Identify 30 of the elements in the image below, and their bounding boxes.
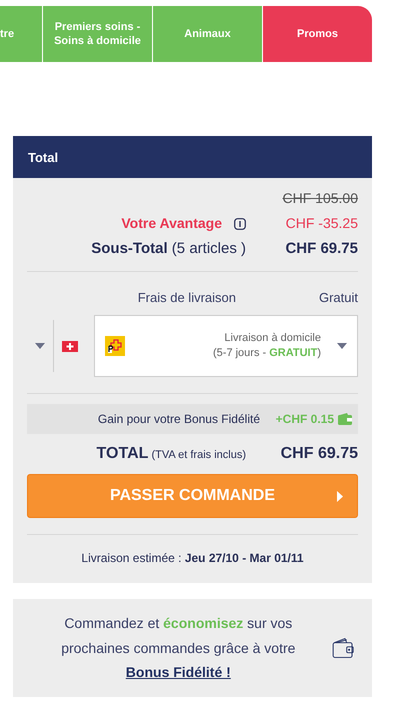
swiss-flag-icon — [62, 340, 78, 352]
advantage-label: Votre Avantage — [121, 214, 222, 233]
arrow-right-icon — [337, 490, 343, 502]
total-value: CHF 69.75 — [280, 444, 358, 464]
total-label: TOTAL (TVA et frais inclus) — [96, 444, 246, 464]
advantage-value: CHF -35.25 — [284, 214, 358, 233]
order-button[interactable]: PASSER COMMANDE — [27, 474, 358, 518]
shipping-value: Gratuit — [318, 288, 358, 306]
subtotal-value: CHF 69.75 — [284, 239, 358, 259]
estimated-delivery: Livraison estimée : Jeu 27/10 - Mar 01/11 — [80, 550, 305, 567]
wallet-icon — [338, 413, 352, 425]
bonus-link[interactable]: Bonus Fidélité ! — [126, 664, 231, 680]
info-icon[interactable] — [234, 218, 246, 230]
promo-text: Commandez et économisez sur vos prochaines commandes grâce à votre — [60, 614, 296, 658]
delivery-select[interactable]: Livraison à domicile (5-7 jours - GRATUIT) — [94, 315, 358, 377]
panel-title: Total — [13, 136, 372, 178]
original-price: CHF 105.00 — [282, 189, 358, 208]
caret-icon — [337, 343, 347, 349]
post-logo-icon — [105, 336, 125, 356]
category-tab[interactable]: Premiers soins - Soins à domicile — [43, 6, 152, 62]
category-tab[interactable]: Promos — [263, 6, 372, 62]
category-tab[interactable]: tre — [0, 6, 42, 62]
delivery-duration: (5-7 jours - GRATUIT) — [212, 346, 321, 361]
shipping-label: Frais de livraison — [138, 288, 236, 306]
category-tab[interactable]: Animaux — [153, 6, 262, 62]
caret-icon — [35, 343, 45, 349]
bonus-value: +CHF 0.15 — [276, 411, 334, 428]
bonus-label: Gain pour votre Bonus Fidélité — [98, 411, 260, 428]
delivery-option: Livraison à domicile — [125, 331, 321, 346]
subtotal-label: Sous-Total (5 articles ) — [91, 239, 246, 259]
